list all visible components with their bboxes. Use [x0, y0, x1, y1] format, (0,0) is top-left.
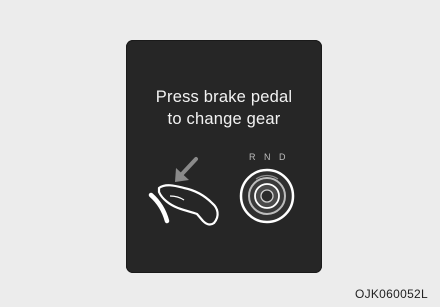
figure-canvas: Press brake pedal to change gear R N D O… [0, 0, 440, 307]
down-left-arrow-icon [175, 157, 198, 182]
gear-position-n: N [264, 152, 271, 162]
figure-code: OJK060052L [354, 287, 428, 301]
gear-position-d: D [279, 152, 286, 162]
gear-position-r: R [249, 152, 256, 162]
cluster-display-panel: Press brake pedal to change gear R N D [126, 40, 322, 273]
illustration [148, 157, 295, 226]
rotary-gear-dial-icon [239, 168, 295, 224]
